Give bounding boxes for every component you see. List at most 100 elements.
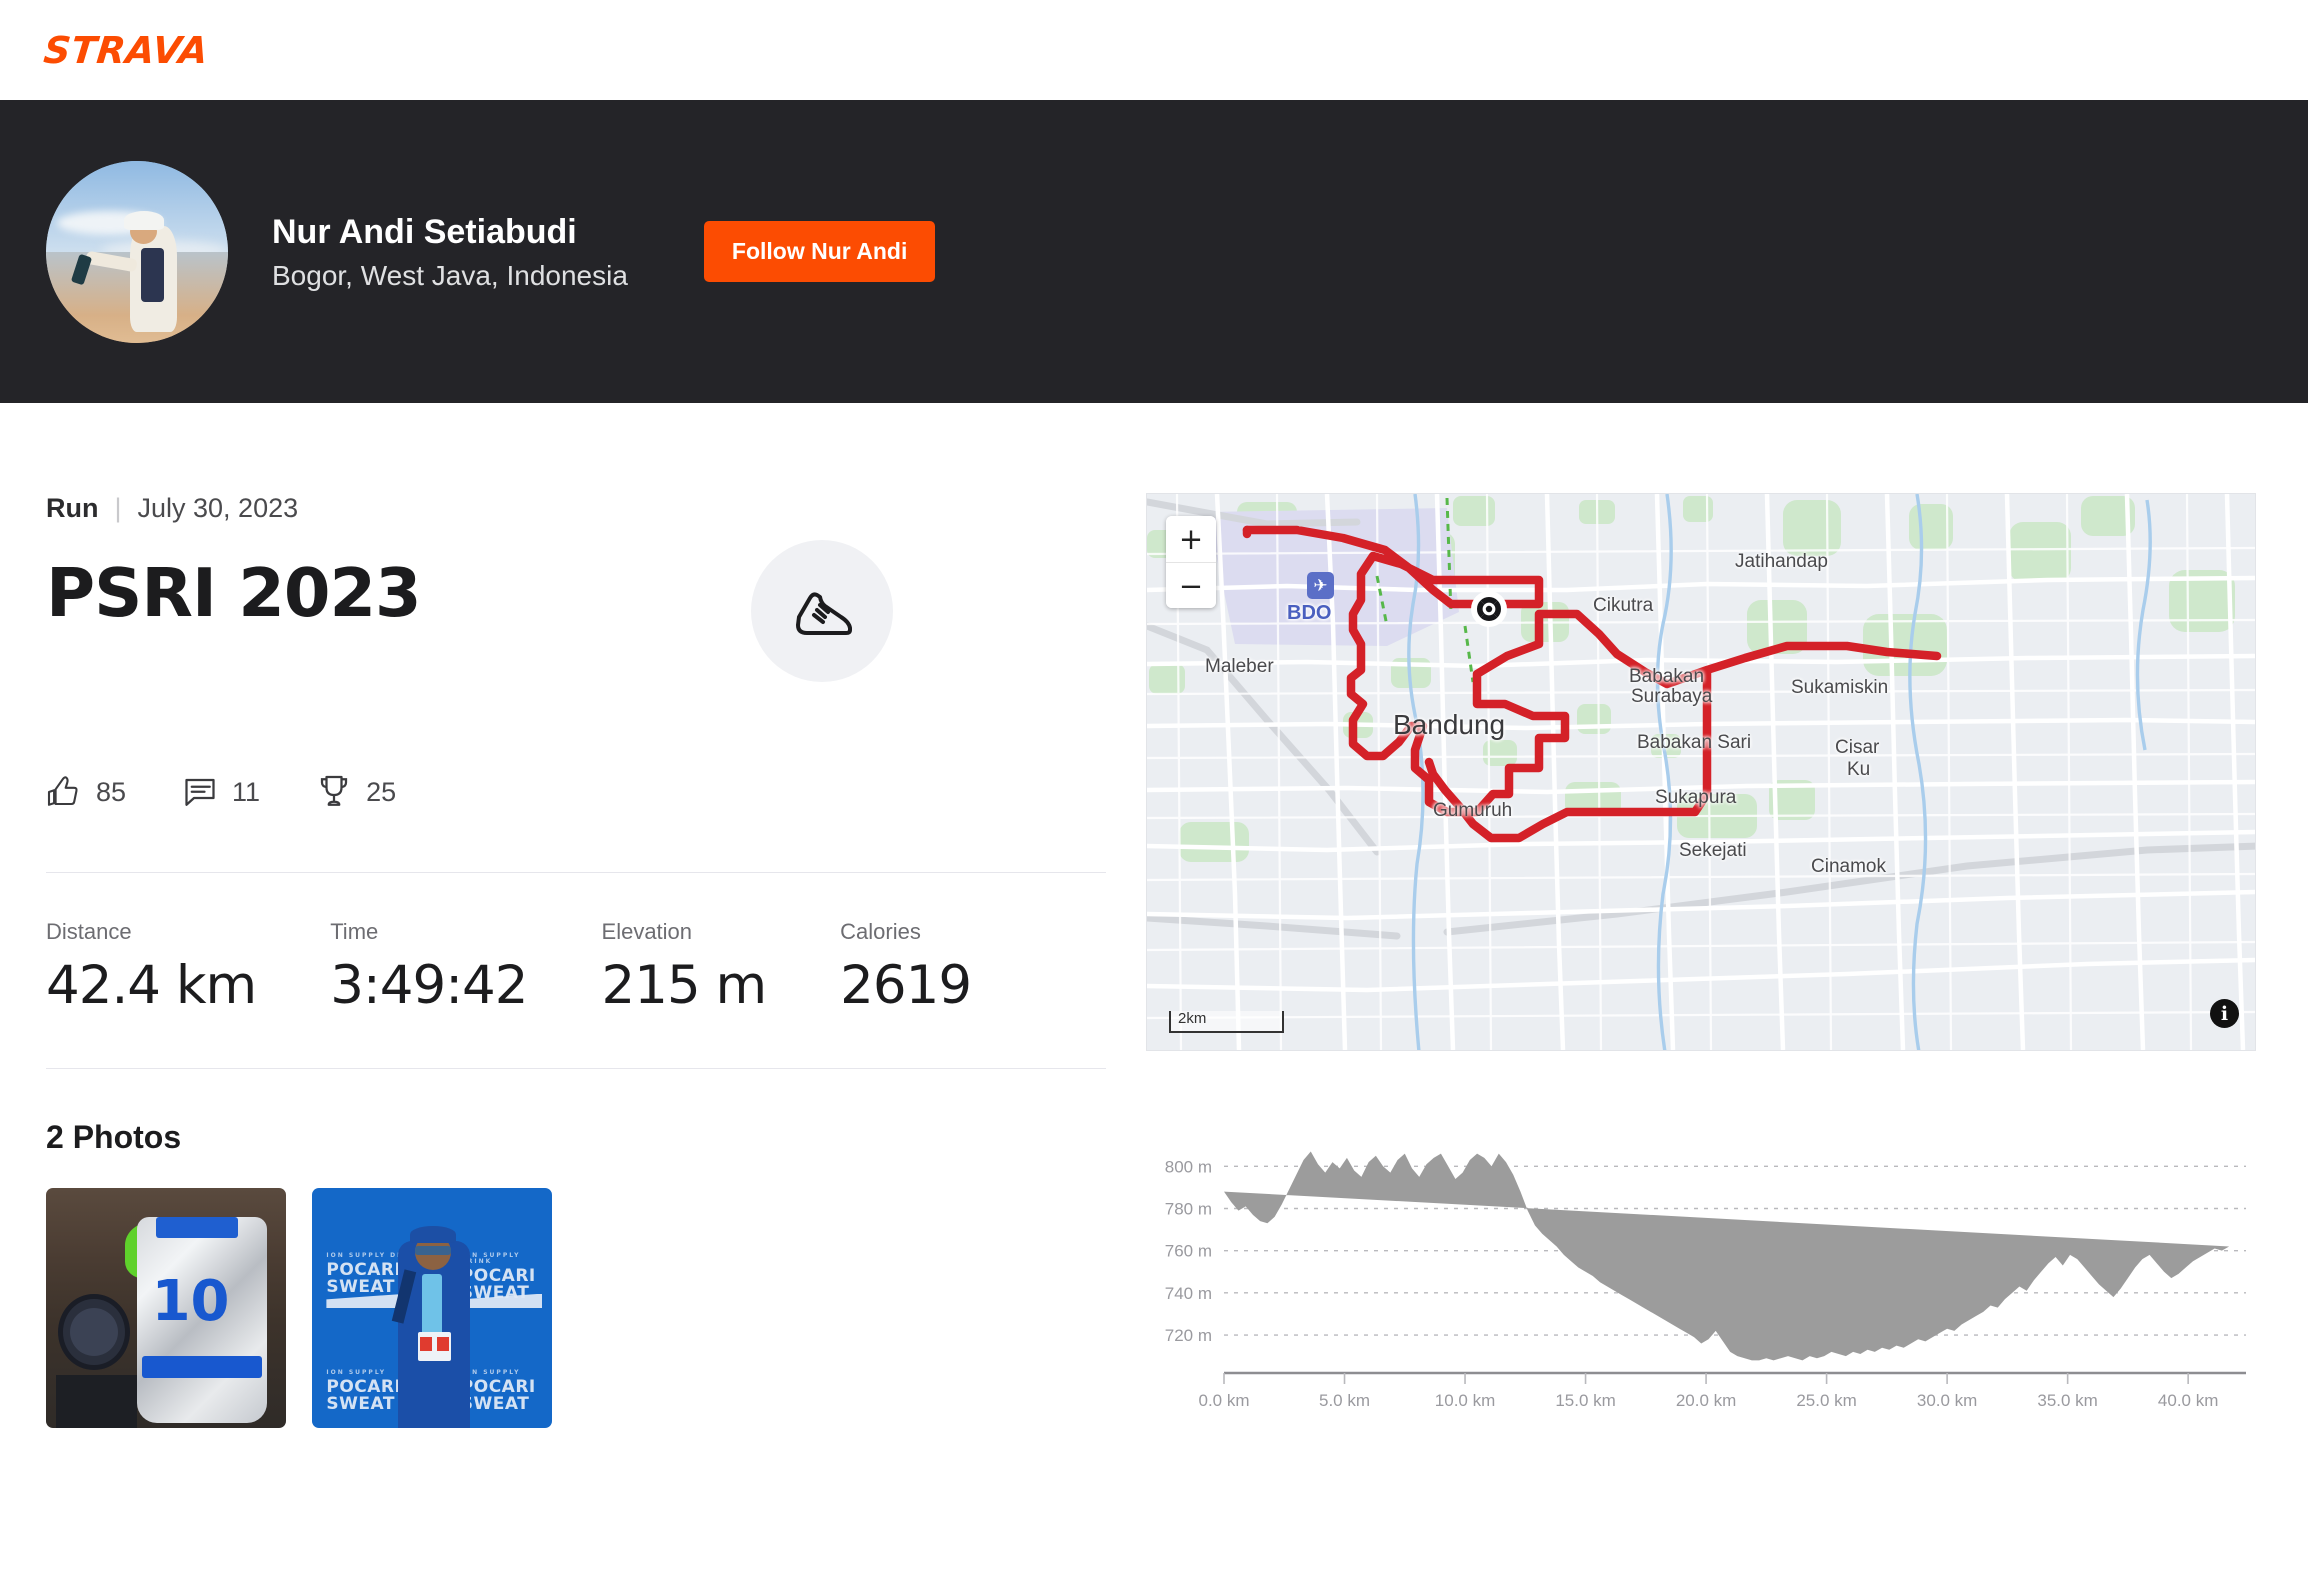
page-title: PSRI 2023 <box>46 554 422 632</box>
photo1-watch-face <box>70 1308 118 1356</box>
y-tick-label: 780 m <box>1165 1199 1212 1218</box>
thumbs-up-icon[interactable] <box>46 774 82 810</box>
map-and-chart-column: + − ✈ BDO Maleber Bandung Cikutra Jatiha… <box>1146 493 2256 1428</box>
photo2-watermark-kicker: ION SUPPLY DRINK <box>460 1251 521 1265</box>
photos-row: 10 ION SUPPLY DRINK POCARI SWEAT ION SUPPL… <box>46 1188 1106 1428</box>
avatar[interactable] <box>46 160 228 343</box>
map-label-cinamok: Cinamok <box>1811 856 1886 877</box>
divider <box>46 1068 1106 1069</box>
map-label-cisar: Cisar <box>1835 737 1880 758</box>
achievements-item[interactable]: 25 <box>316 774 396 810</box>
trophy-icon[interactable] <box>316 774 352 810</box>
stat-label: Distance <box>46 919 132 944</box>
social-stats-row: 85 11 25 <box>46 774 1106 810</box>
strava-logo[interactable]: STRAVA <box>42 29 211 72</box>
photo2-bib-logo <box>420 1336 432 1352</box>
map-label-gumuruh: Gumuruh <box>1433 800 1513 821</box>
activity-type: Run <box>46 493 99 523</box>
activity-map[interactable]: + − ✈ BDO Maleber Bandung Cikutra Jatiha… <box>1146 493 2256 1051</box>
map-scale-bar: 2km <box>1169 1010 1284 1033</box>
map-info-button[interactable]: i <box>2210 999 2239 1028</box>
sport-badge <box>750 540 893 682</box>
photo-thumbnail[interactable]: 10 <box>46 1188 286 1428</box>
stat-value: 42.4 km <box>46 955 257 1016</box>
athlete-location: Bogor, West Java, Indonesia <box>272 259 628 291</box>
main-content: Run | July 30, 2023 PSRI 2023 85 11 25 D… <box>0 403 2308 1428</box>
x-tick-label: 15.0 km <box>1555 1391 1615 1410</box>
athlete-info: Nur Andi Setiabudi Bogor, West Java, Ind… <box>272 211 628 292</box>
map-label-bandung: Bandung <box>1393 709 1506 740</box>
map-scale-label: 2km <box>1178 1010 1207 1027</box>
meta-separator: | <box>114 493 122 523</box>
stat-label: Time <box>330 919 379 944</box>
title-row: PSRI 2023 <box>46 540 1106 682</box>
stat-label: Calories <box>840 919 921 944</box>
photo1-medal-band <box>142 1356 262 1378</box>
map-label-babakan-sari: Babakan Sari <box>1637 732 1752 753</box>
avatar-cap <box>124 211 165 230</box>
map-label-sekejati: Sekejati <box>1679 840 1747 861</box>
x-tick-label: 0.0 km <box>1198 1391 1249 1410</box>
stat-value: 3:49:42 <box>330 955 528 1016</box>
comments-item[interactable]: 11 <box>182 774 260 810</box>
photo-thumbnail[interactable]: ION SUPPLY DRINK POCARI SWEAT ION SUPPLY D… <box>312 1188 552 1428</box>
airport-pin-icon: ✈ <box>1307 572 1334 599</box>
avatar-vest <box>140 247 165 303</box>
y-tick-label: 800 m <box>1165 1157 1212 1176</box>
stats-row: Distance 42.4 km Time 3:49:42 Elevation … <box>46 919 1106 1016</box>
finish-flag-marker[interactable] <box>1473 593 1505 625</box>
zoom-out-button[interactable]: − <box>1166 562 1216 608</box>
stat-distance: Distance 42.4 km <box>46 919 257 1016</box>
checkered-flag-icon <box>1477 596 1501 622</box>
kudos-item[interactable]: 85 <box>46 774 126 810</box>
x-tick-label: 30.0 km <box>1917 1391 1977 1410</box>
x-tick-label: 5.0 km <box>1319 1391 1370 1410</box>
elevation-area <box>1224 1151 2230 1361</box>
photo1-leg <box>55 1375 138 1428</box>
map-label-bdo: BDO <box>1287 602 1332 624</box>
x-tick-label: 35.0 km <box>2037 1391 2097 1410</box>
photo1-medal-number: 10 <box>151 1269 230 1335</box>
photos-heading: 2 Photos <box>46 1119 182 1155</box>
photo2-watermark-kicker: ION SUPPLY <box>460 1369 521 1377</box>
photo2-sunglasses <box>415 1245 452 1256</box>
photo2-lanyard <box>422 1274 442 1337</box>
follow-button[interactable]: Follow Nur Andi <box>703 221 936 282</box>
zoom-in-button[interactable]: + <box>1166 516 1216 562</box>
kudos-count: 85 <box>96 776 127 807</box>
photo2-runner-cap <box>410 1226 456 1244</box>
stat-time: Time 3:49:42 <box>330 919 528 1016</box>
elevation-chart[interactable]: 800 m 780 m 760 m 740 m 720 m 0.0 km 5.0 km 10.… <box>1146 1123 2256 1423</box>
activity-details-column: Run | July 30, 2023 PSRI 2023 85 11 25 D… <box>46 493 1106 1428</box>
activity-date: July 30, 2023 <box>137 493 299 523</box>
x-tick-label: 40.0 km <box>2158 1391 2218 1410</box>
running-shoe-icon <box>795 592 852 635</box>
photo2-watermark: ION SUPPLY POCARI SWEAT <box>326 1369 402 1415</box>
photo2-watermark: ION SUPPLY DRINK POCARI SWEAT <box>460 1251 552 1302</box>
map-label-sukapura: Sukapura <box>1655 787 1737 808</box>
athlete-name[interactable]: Nur Andi Setiabudi <box>272 211 628 254</box>
stat-elevation: Elevation 215 m <box>601 919 768 1016</box>
activity-meta: Run | July 30, 2023 <box>46 493 1106 524</box>
x-tick-label: 20.0 km <box>1676 1391 1736 1410</box>
divider <box>46 872 1106 873</box>
photo2-bib-logo <box>436 1336 449 1352</box>
map-zoom-controls[interactable]: + − <box>1166 516 1216 608</box>
map-label-maleber: Maleber <box>1205 656 1274 677</box>
top-logo-bar: STRAVA <box>0 0 2308 100</box>
comment-icon[interactable] <box>182 774 218 810</box>
comments-count: 11 <box>232 776 261 807</box>
map-label-sukamiskin: Sukamiskin <box>1791 677 1889 698</box>
achievements-count: 25 <box>366 776 397 807</box>
x-tick-label: 10.0 km <box>1435 1391 1495 1410</box>
x-tick-label: 25.0 km <box>1796 1391 1856 1410</box>
stat-value: 215 m <box>601 955 768 1016</box>
athlete-header: Nur Andi Setiabudi Bogor, West Java, Ind… <box>0 100 2308 403</box>
stat-label: Elevation <box>601 919 693 944</box>
stat-calories: Calories 2619 <box>840 919 972 1016</box>
photo1-ribbon <box>156 1216 238 1239</box>
y-tick-label: 740 m <box>1165 1284 1212 1303</box>
photo2-watermark-kicker: ION SUPPLY <box>326 1369 387 1377</box>
map-label-surabaya: Surabaya <box>1631 686 1713 707</box>
map-label-babakan: Babakan <box>1629 666 1705 687</box>
